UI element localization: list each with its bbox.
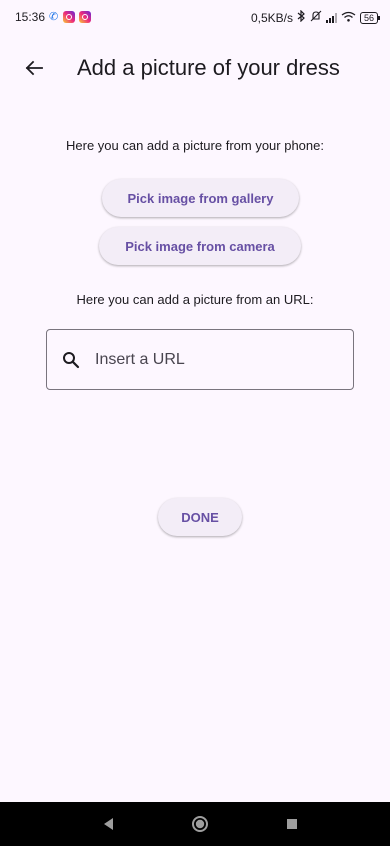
page-title: Add a picture of your dress (77, 55, 340, 80)
wifi-icon (341, 11, 356, 25)
pick-camera-button[interactable]: Pick image from camera (99, 227, 301, 265)
call-icon: ✆ (49, 11, 59, 23)
url-hint-text: Here you can add a picture from an URL: (76, 292, 314, 307)
pick-gallery-button[interactable]: Pick image from gallery (102, 179, 299, 217)
instagram-icon (63, 11, 76, 23)
status-left: 15:36 ✆ (15, 10, 92, 24)
square-recents-icon (287, 819, 297, 829)
battery-icon: 56 (359, 11, 381, 24)
url-input[interactable] (93, 349, 327, 370)
search-icon (61, 350, 81, 370)
back-button[interactable] (18, 52, 50, 84)
url-field[interactable] (46, 329, 354, 390)
circle-home-icon (192, 816, 208, 832)
system-nav-bar (0, 802, 390, 846)
status-time: 15:36 (15, 10, 46, 24)
done-button[interactable]: DONE (158, 498, 242, 536)
app-bar: Add a picture of your dress (0, 44, 390, 92)
phone-hint-text: Here you can add a picture from your pho… (66, 138, 324, 153)
bluetooth-icon (297, 9, 306, 25)
mute-icon (310, 10, 322, 25)
arrow-back-icon (25, 60, 43, 76)
nav-recents-button[interactable] (282, 814, 302, 834)
network-speed: 0,5KB/s (250, 10, 293, 25)
instagram-icon (79, 11, 92, 23)
status-right: 0,5KB/s 56 (250, 9, 381, 25)
nav-back-button[interactable] (98, 814, 118, 834)
signal-icon (325, 12, 337, 23)
triangle-back-icon (104, 818, 113, 830)
nav-home-button[interactable] (190, 814, 210, 834)
status-bar: 15:36 ✆ 0,5KB/s 56 (0, 0, 390, 34)
